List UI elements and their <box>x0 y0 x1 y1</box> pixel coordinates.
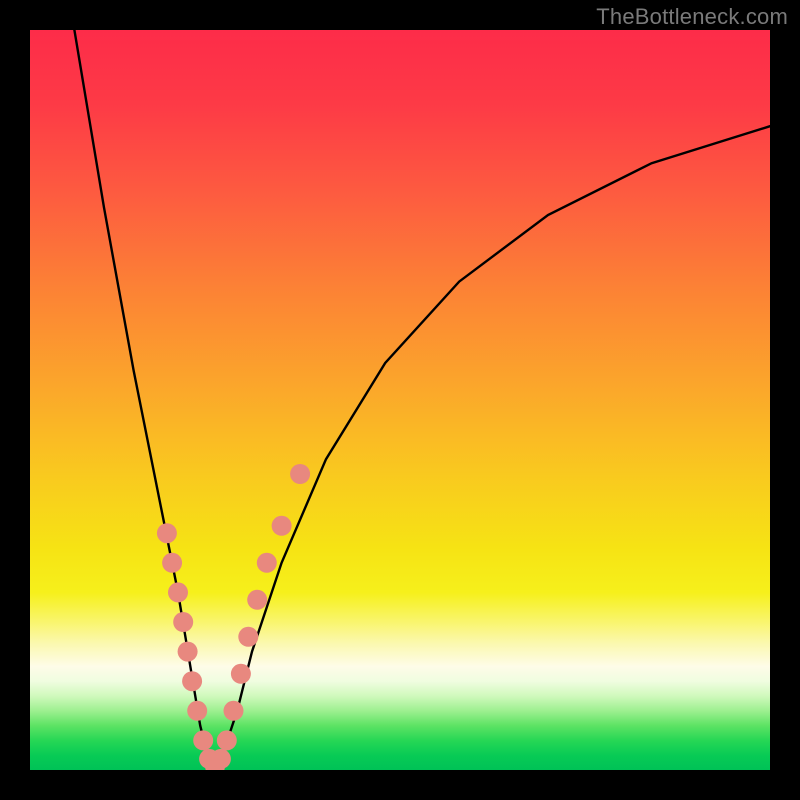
curve-marker <box>173 612 193 632</box>
curve-marker <box>168 582 188 602</box>
curve-marker <box>157 523 177 543</box>
curve-marker <box>224 701 244 721</box>
curve-marker <box>193 730 213 750</box>
curve-marker <box>231 664 251 684</box>
chart-svg <box>30 30 770 770</box>
curve-marker <box>238 627 258 647</box>
curve-marker <box>247 590 267 610</box>
curve-marker <box>187 701 207 721</box>
curve-marker <box>178 642 198 662</box>
curve-marker <box>217 730 237 750</box>
watermark-text: TheBottleneck.com <box>596 4 788 30</box>
curve-marker <box>211 749 231 769</box>
chart-frame: TheBottleneck.com <box>0 0 800 800</box>
curve-marker <box>162 553 182 573</box>
plot-area <box>30 30 770 770</box>
curve-marker <box>257 553 277 573</box>
curve-marker <box>290 464 310 484</box>
curve-marker <box>272 516 292 536</box>
curve-marker <box>182 671 202 691</box>
bottleneck-curve <box>74 30 770 770</box>
